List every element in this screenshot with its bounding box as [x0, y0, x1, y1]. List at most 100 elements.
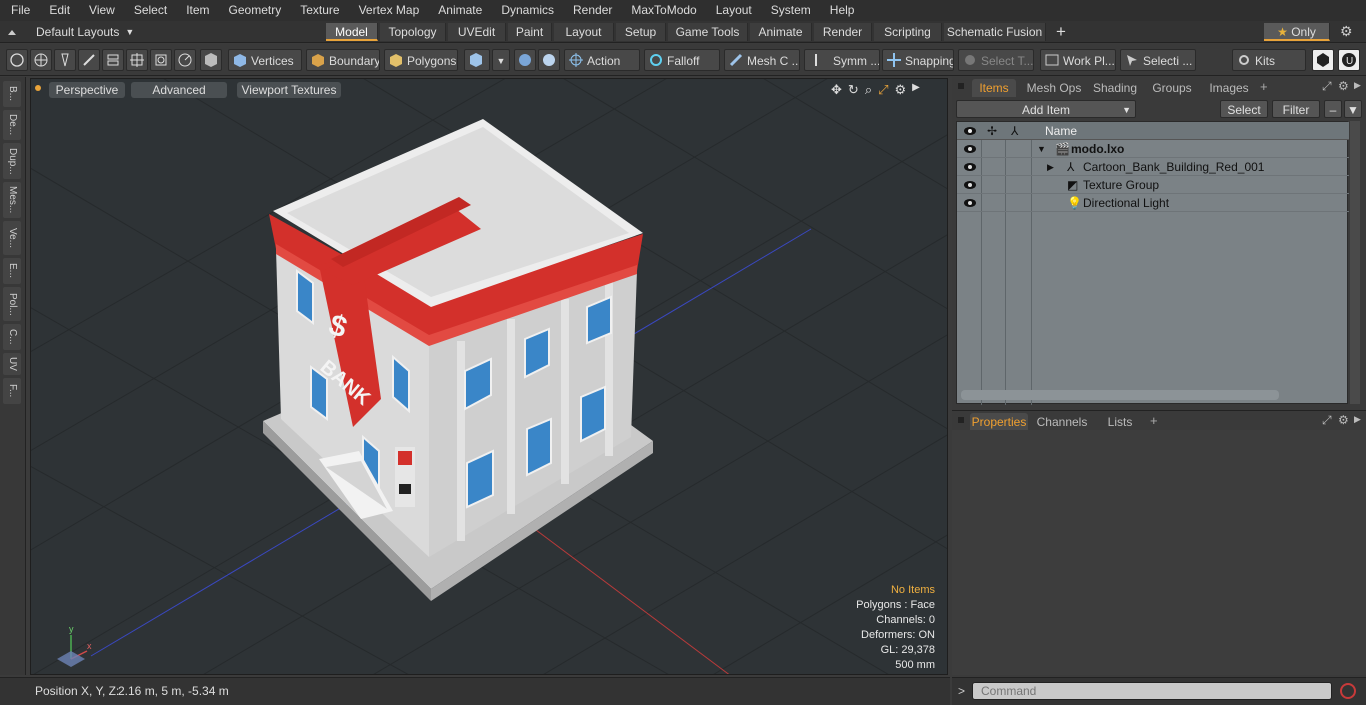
- tab-uvedit[interactable]: UVEdit: [448, 23, 506, 41]
- menu-file[interactable]: File: [0, 0, 38, 21]
- panel-arrow-icon[interactable]: ▶: [1354, 80, 1361, 91]
- name-column-header[interactable]: Name: [1045, 122, 1077, 140]
- add-tab-icon[interactable]: +: [1056, 22, 1066, 42]
- orbit-icon[interactable]: ↻: [848, 82, 859, 98]
- rotate-icon[interactable]: [174, 49, 196, 71]
- menu-system[interactable]: System: [760, 0, 819, 21]
- list-item-scene[interactable]: ▼ 🎬 modo.lxo: [957, 140, 1349, 158]
- mesh-constraint-button[interactable]: Mesh C ...: [724, 49, 800, 71]
- menu-geometry[interactable]: Geometry: [218, 0, 290, 21]
- left-tab-uv[interactable]: UV: [3, 353, 21, 375]
- vertices-button[interactable]: Vertices: [228, 49, 302, 71]
- menu-vertex-map[interactable]: Vertex Map: [348, 0, 428, 21]
- visibility-eye-icon[interactable]: [964, 180, 976, 190]
- tab-groups[interactable]: Groups: [1146, 79, 1198, 97]
- select-circle-icon[interactable]: [6, 49, 28, 71]
- menu-edit[interactable]: Edit: [38, 0, 78, 21]
- pen-tool-icon[interactable]: [54, 49, 76, 71]
- menu-animate[interactable]: Animate: [427, 0, 490, 21]
- bank-building-model[interactable]: $ BANK: [263, 119, 653, 601]
- tab-game-tools[interactable]: Game Tools: [668, 23, 748, 41]
- add-tab-icon[interactable]: +: [1150, 413, 1158, 428]
- tab-render[interactable]: Render: [814, 23, 872, 41]
- menu-help[interactable]: Help: [819, 0, 863, 21]
- record-macro-icon[interactable]: [1340, 683, 1356, 699]
- tab-channels[interactable]: Channels: [1034, 413, 1090, 431]
- command-input[interactable]: [972, 682, 1332, 700]
- work-plane-button[interactable]: Work Pl...: [1040, 49, 1116, 71]
- expand-arrow-icon[interactable]: ▶: [1047, 158, 1054, 176]
- snapping-button[interactable]: Snapping: [882, 49, 954, 71]
- tab-properties[interactable]: Properties: [970, 413, 1028, 431]
- add-tab-icon[interactable]: +: [1260, 79, 1268, 94]
- cube-solid-icon[interactable]: [200, 49, 222, 71]
- action-center-button[interactable]: Action: [564, 49, 640, 71]
- align-icon[interactable]: [102, 49, 124, 71]
- left-tab-polygon[interactable]: Pol...: [3, 287, 21, 321]
- perspective-button[interactable]: Perspective: [49, 82, 125, 98]
- left-tab-edge[interactable]: E...: [3, 258, 21, 284]
- tab-items[interactable]: Items: [972, 79, 1016, 97]
- visibility-eye-icon[interactable]: [964, 144, 976, 154]
- falloff-button[interactable]: Falloff: [644, 49, 720, 71]
- left-tab-deform[interactable]: De...: [3, 110, 21, 140]
- horizontal-scrollbar[interactable]: [961, 390, 1279, 400]
- transform-icon[interactable]: [126, 49, 148, 71]
- panel-arrow-icon[interactable]: ▶: [1354, 414, 1361, 425]
- tab-topology[interactable]: Topology: [380, 23, 446, 41]
- panel-menu-icon[interactable]: [958, 83, 964, 89]
- symmetry-shield-icon[interactable]: [514, 49, 536, 71]
- tab-setup[interactable]: Setup: [616, 23, 666, 41]
- expand-panel-icon[interactable]: ⤢: [1322, 79, 1332, 94]
- zoom-icon[interactable]: ⌕: [865, 82, 872, 98]
- chevron-down-icon[interactable]: ▼: [492, 49, 510, 71]
- menu-render[interactable]: Render: [562, 0, 620, 21]
- expand-panel-icon[interactable]: ⤢: [1322, 413, 1332, 428]
- symmetry-button[interactable]: Symm ...: [804, 49, 880, 71]
- menu-texture[interactable]: Texture: [289, 0, 347, 21]
- panel-gear-icon[interactable]: ⚙: [1338, 79, 1349, 93]
- left-tab-vertex[interactable]: Ve...: [3, 221, 21, 255]
- tab-layout[interactable]: Layout: [554, 23, 614, 41]
- shield-icon[interactable]: [538, 49, 560, 71]
- list-item-texture-group[interactable]: ◩ Texture Group: [957, 176, 1349, 194]
- boundary-button[interactable]: Boundary: [306, 49, 380, 71]
- menu-maxtomodo[interactable]: MaxToModo: [620, 0, 704, 21]
- brush-icon[interactable]: [78, 49, 100, 71]
- menu-layout[interactable]: Layout: [705, 0, 760, 21]
- advanced-button[interactable]: Advanced: [131, 82, 227, 98]
- viewport-expand-icon[interactable]: ▶: [912, 82, 920, 98]
- tab-mesh-ops[interactable]: Mesh Ops: [1022, 79, 1086, 97]
- visibility-eye-icon[interactable]: [964, 198, 976, 208]
- 3d-viewport[interactable]: $ BANK y x Perspective Advanced Viewport…: [30, 78, 948, 675]
- fit-icon[interactable]: ⤢: [878, 82, 888, 98]
- tab-lists[interactable]: Lists: [1098, 413, 1142, 431]
- layout-selector[interactable]: Default Layouts ▼: [6, 21, 134, 43]
- list-item-mesh[interactable]: ▶ ⅄ Cartoon_Bank_Building_Red_001: [957, 158, 1349, 176]
- visibility-eye-icon[interactable]: [964, 162, 976, 172]
- panel-gear-icon[interactable]: ⚙: [1338, 413, 1349, 427]
- tab-schematic-fusion[interactable]: Schematic Fusion: [944, 23, 1046, 41]
- unity-icon[interactable]: [1312, 49, 1334, 71]
- menu-dynamics[interactable]: Dynamics: [490, 0, 562, 21]
- vertical-scrollbar[interactable]: [1350, 121, 1360, 404]
- selection-sets-button[interactable]: Selecti ...: [1120, 49, 1196, 71]
- viewport-menu-dot-icon[interactable]: [35, 85, 41, 91]
- left-tab-basic[interactable]: B...: [3, 81, 21, 107]
- select-button[interactable]: Select: [1220, 100, 1268, 118]
- left-tab-fusion[interactable]: F...: [3, 378, 21, 404]
- funnel-icon[interactable]: ▼: [1344, 100, 1362, 118]
- panel-menu-icon[interactable]: [958, 417, 964, 423]
- tab-shading[interactable]: Shading: [1088, 79, 1142, 97]
- left-tab-curve[interactable]: C...: [3, 324, 21, 350]
- tab-animate[interactable]: Animate: [750, 23, 812, 41]
- add-item-button[interactable]: Add Item ▼: [956, 100, 1136, 118]
- filter-button[interactable]: Filter: [1272, 100, 1320, 118]
- gear-icon[interactable]: ⚙: [1340, 23, 1353, 40]
- polygons-button[interactable]: Polygons: [384, 49, 458, 71]
- list-item-light[interactable]: 💡 Directional Light: [957, 194, 1349, 212]
- collapse-icon[interactable]: –: [1324, 100, 1342, 118]
- pan-icon[interactable]: ✥: [831, 82, 842, 98]
- element-icon[interactable]: [150, 49, 172, 71]
- viewport-textures-button[interactable]: Viewport Textures: [237, 82, 341, 98]
